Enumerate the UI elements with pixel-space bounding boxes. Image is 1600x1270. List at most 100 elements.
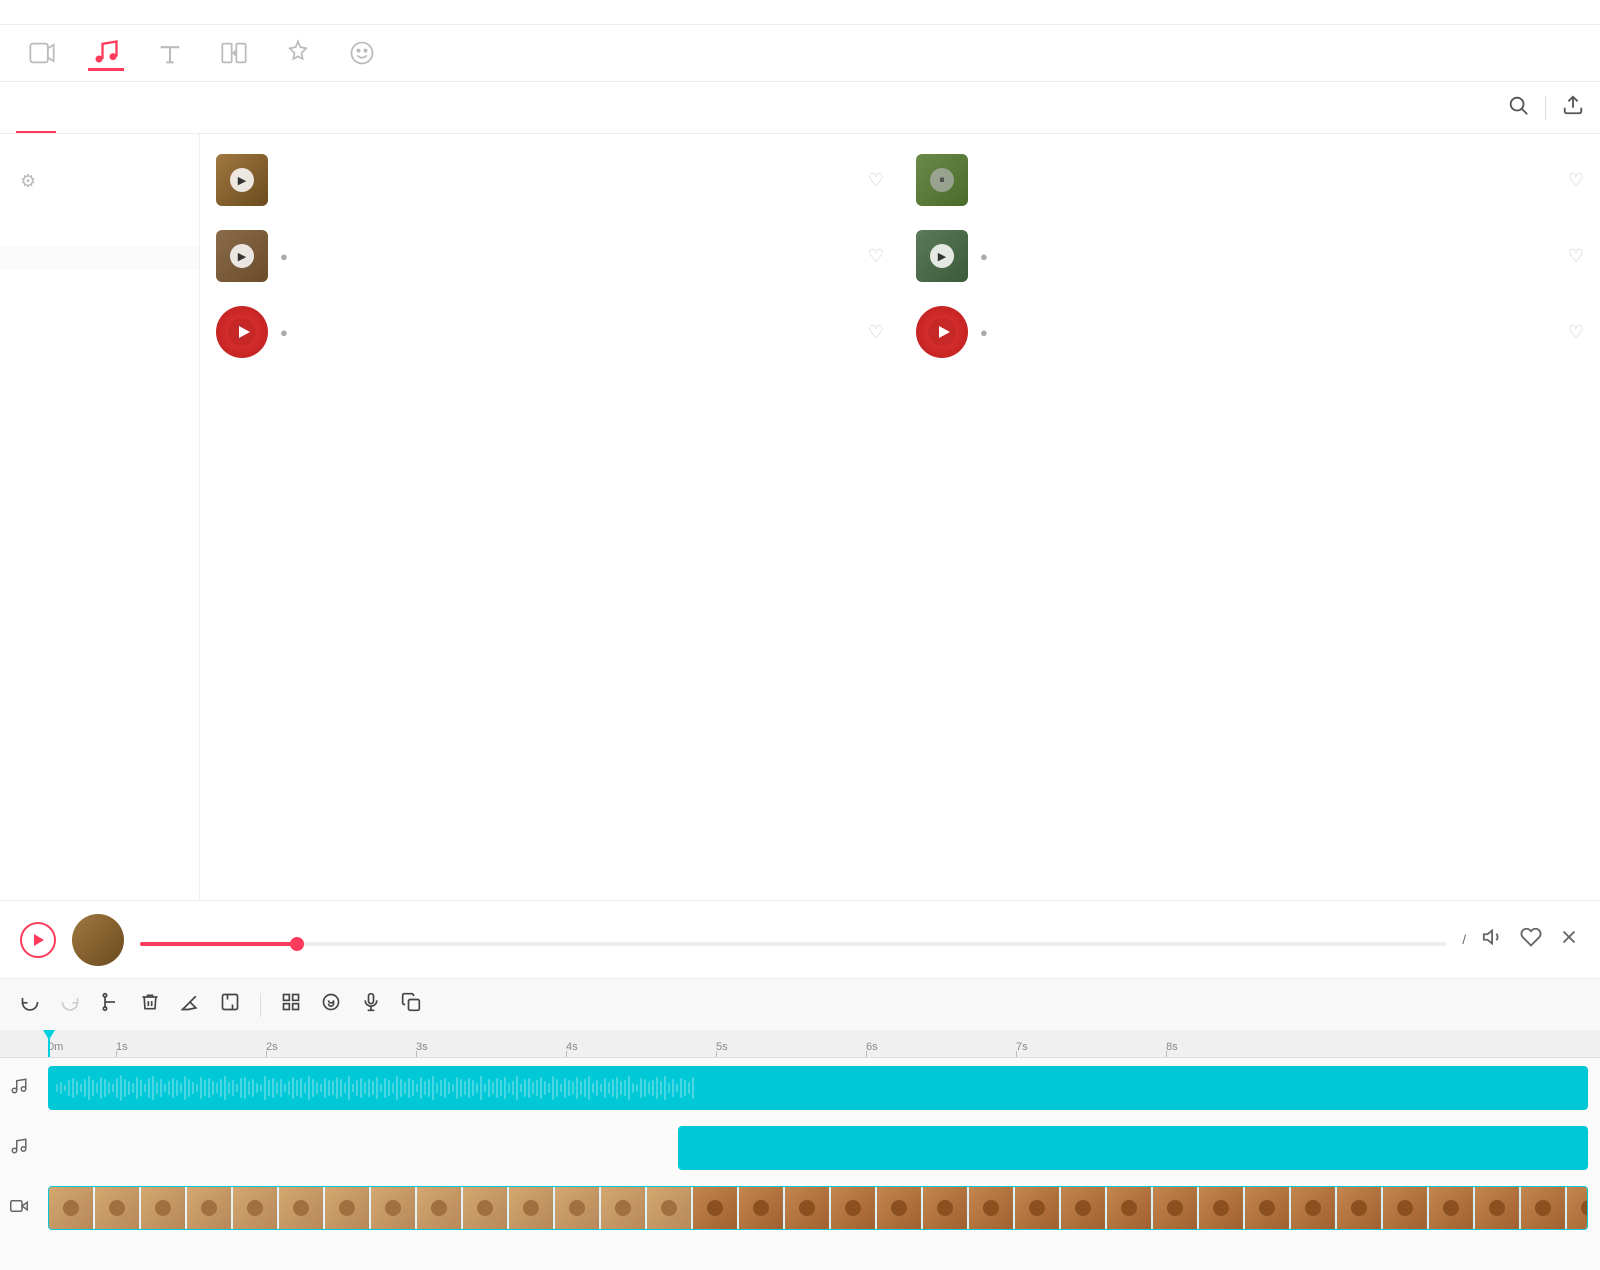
video-tool-icon[interactable] [24,35,60,71]
timeline-ruler: 0m 1s 2s 3s 4s 5s 6s 7s 8s [0,1030,1600,1058]
video-track-icon [10,1197,28,1220]
play-button-3[interactable]: ▶ [230,244,254,268]
audio-track-icon-2 [10,1137,28,1160]
track-item-sentimental[interactable]: ● ♡ [900,294,1600,370]
music-tool-icon[interactable] [88,35,124,71]
heart-icon-1[interactable]: ♡ [868,170,884,191]
ruler-mark-3s: 3s [416,1041,566,1053]
track-thumb-ai-1 [216,306,268,358]
sticker-tool-icon[interactable] [344,35,380,71]
track-item-grotesque[interactable]: ⏸ ♡ [900,142,1600,218]
now-playing-bar: / [0,900,1600,978]
track-name-unwritten: ● [980,249,1556,264]
play-button-4[interactable]: ▶ [930,244,954,268]
text-tool-icon[interactable] [152,35,188,71]
track-name-sentimental: ● [980,325,1556,340]
track-name-ai-dance: ● [280,325,856,340]
tab-all-music[interactable] [16,82,56,133]
ai-icon-4: ● [980,249,988,264]
tab-most-used[interactable] [96,82,136,133]
ai-icon-5: ● [280,325,288,340]
ai-icon-3: ● [280,249,288,264]
ruler-mark-8s: 8s [1166,1041,1316,1053]
track-thumb-2: ⏸ [916,154,968,206]
audio-track-bar-2[interactable] [678,1126,1588,1170]
tab-highest-spend[interactable] [56,82,96,133]
video-track-bar[interactable]: (function() { let html = ''; for(let i =… [48,1186,1588,1230]
sidebar-item-reggae[interactable] [0,294,199,318]
heart-icon-3[interactable]: ♡ [868,246,884,267]
transition-tool-icon[interactable] [216,35,252,71]
np-play-button[interactable] [20,922,56,958]
volume-icon[interactable] [1482,926,1504,954]
cut-button[interactable] [100,992,120,1018]
ruler-mark-0m: 0m [48,1041,116,1053]
track-thumb-3: ▶ [216,230,268,282]
audio-track-2-spacer [48,1126,678,1170]
effects-tool-icon[interactable] [280,35,316,71]
tl-divider-1 [260,993,261,1017]
np-progress-bar[interactable] [140,942,1446,946]
ruler-mark-7s: 7s [1016,1041,1166,1053]
track-item-wild-spaghetti[interactable]: ▶ ♡ [200,142,900,218]
timeline-area[interactable]: 0m 1s 2s 3s 4s 5s 6s 7s 8s [0,1030,1600,1270]
track-item-unwritten[interactable]: ▶ ● ♡ [900,218,1600,294]
sidebar-item-classical[interactable] [0,204,199,246]
mic-button[interactable] [361,992,381,1018]
np-controls [1482,926,1580,954]
np-progress-handle[interactable] [290,937,304,951]
tab-divider [1545,96,1546,120]
audio-track-bar-1[interactable]: (function() { const heights = [8,12,6,16… [48,1066,1588,1110]
audio-track-1-row: (function() { const heights = [8,12,6,16… [48,1058,1600,1118]
sidebar-item-experimental[interactable]: ⚙ [0,142,199,204]
ruler-marks: 0m 1s 2s 3s 4s 5s 6s 7s 8s [48,1041,1316,1053]
np-time-display: / [1462,932,1466,947]
track-name-yawning: ● [280,249,856,264]
track-item-ai-dance[interactable]: ● ♡ [200,294,900,370]
timeline-tracks: (function() { const heights = [8,12,6,16… [0,1058,1600,1238]
main-toolbar [0,25,1600,82]
breadcrumb [0,0,1600,25]
sidebar-item-pop[interactable] [0,318,199,342]
np-close-icon[interactable] [1558,926,1580,954]
sidebar-item-electronic[interactable] [0,246,199,270]
redo-button[interactable] [60,992,80,1018]
tab-holiday-music[interactable] [176,82,216,133]
heart-icon-2[interactable]: ♡ [1568,170,1584,191]
np-thumbnail [72,914,124,966]
timeline-cursor[interactable] [48,1030,50,1057]
ruler-mark-1s: 1s [116,1041,266,1053]
ruler-mark-4s: 4s [566,1041,716,1053]
heart-icon-5[interactable]: ♡ [868,322,884,343]
undo-button[interactable] [20,992,40,1018]
music-tabs-bar [0,82,1600,134]
track-thumb-4: ▶ [916,230,968,282]
copy-button[interactable] [401,992,421,1018]
heart-icon-6[interactable]: ♡ [1568,322,1584,343]
ruler-mark-5s: 5s [716,1041,866,1053]
track-item-yawning[interactable]: ▶ ● ♡ [200,218,900,294]
audio-edit-button[interactable] [321,992,341,1018]
layout-button[interactable] [281,992,301,1018]
crop-button[interactable] [220,992,240,1018]
video-track-row: (function() { let html = ''; for(let i =… [48,1178,1600,1238]
timeline-toolbar [0,978,1600,1030]
tab-genres-highest[interactable] [136,82,176,133]
sidebar-item-new-age[interactable] [0,270,199,294]
waveform-1: (function() { const heights = [8,12,6,16… [48,1066,1588,1110]
np-heart-icon[interactable] [1520,926,1542,954]
track-grid: ▶ ♡ ⏸ ♡ ▶ [200,142,1600,370]
ruler-mark-6s: 6s [866,1041,1016,1053]
erase-button[interactable] [180,992,200,1018]
ai-icon-6: ● [980,325,988,340]
audio-track-icon-1 [10,1077,28,1100]
audio-track-2-row [48,1118,1600,1178]
np-progress-fill [140,942,297,946]
search-icon[interactable] [1507,94,1529,122]
play-button-1[interactable]: ▶ [230,168,254,192]
heart-icon-4[interactable]: ♡ [1568,246,1584,267]
track-list: ▶ ♡ ⏸ ♡ ▶ [200,134,1600,900]
upload-icon[interactable] [1562,94,1584,122]
play-button-2[interactable]: ⏸ [930,168,954,192]
delete-button[interactable] [140,992,160,1018]
